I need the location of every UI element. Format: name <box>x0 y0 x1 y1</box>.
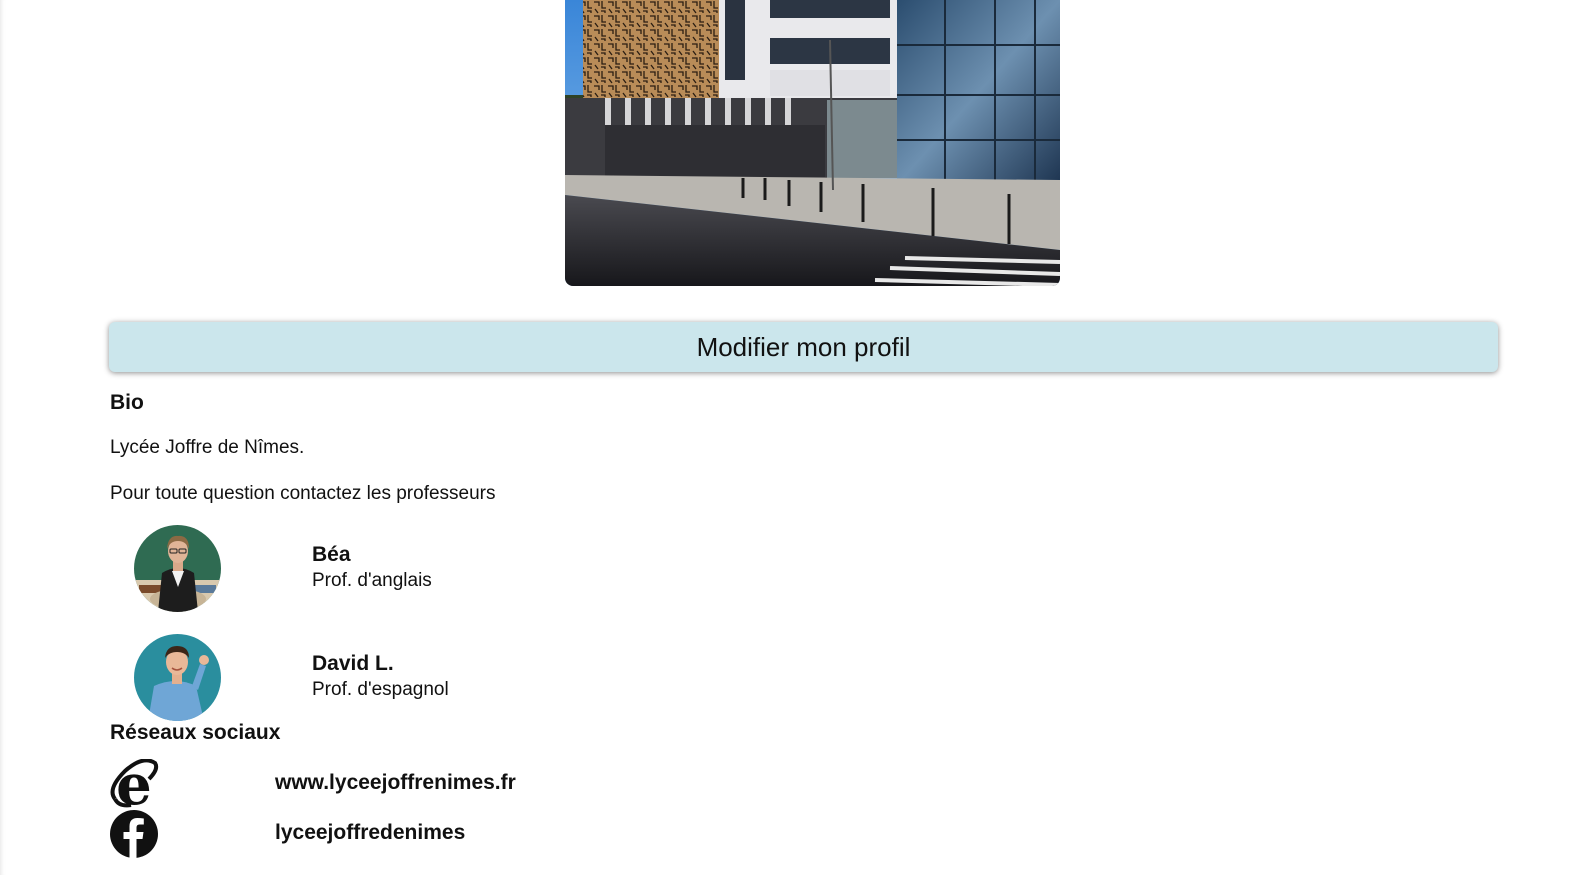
contact-item-bea[interactable]: Béa Prof. d'anglais <box>134 525 634 613</box>
contact-name: Béa <box>312 543 351 566</box>
profile-page: Modifier mon profil Bio Lycée Joffre de … <box>0 0 1583 875</box>
edit-profile-button[interactable]: Modifier mon profil <box>109 322 1498 372</box>
facebook-icon[interactable] <box>109 809 159 859</box>
school-building-photo <box>565 0 1060 286</box>
facebook-link[interactable]: lyceejoffredenimes <box>275 821 465 845</box>
website-link[interactable]: www.lyceejoffrenimes.fr <box>275 771 516 795</box>
avatar-bea[interactable] <box>134 525 221 612</box>
social-heading: Réseaux sociaux <box>110 721 281 744</box>
contact-role: Prof. d'anglais <box>312 570 432 591</box>
bio-line-school: Lycée Joffre de Nîmes. <box>110 437 305 458</box>
contact-name: David L. <box>312 652 394 675</box>
internet-explorer-icon[interactable]: e <box>109 759 159 809</box>
avatar-david[interactable] <box>134 634 221 721</box>
social-item-facebook[interactable]: lyceejoffredenimes <box>109 809 709 859</box>
bio-heading: Bio <box>110 391 144 414</box>
contact-item-david[interactable]: David L. Prof. d'espagnol <box>134 634 634 722</box>
contact-role: Prof. d'espagnol <box>312 679 449 700</box>
bio-line-contact: Pour toute question contactez les profes… <box>110 483 496 504</box>
social-item-website[interactable]: e www.lyceejoffrenimes.fr <box>109 759 709 809</box>
